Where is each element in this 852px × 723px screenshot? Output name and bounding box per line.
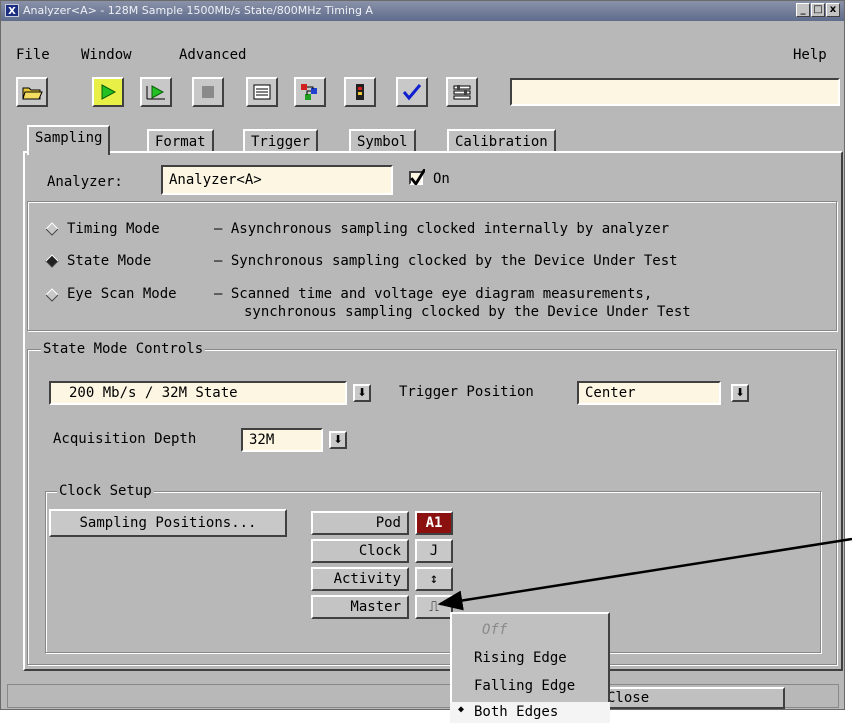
- window-title: Analyzer<A> - 128M Sample 1500Mb/s State…: [23, 4, 373, 17]
- analyzer-label: Analyzer:: [47, 174, 123, 190]
- edge-popup-menu: Off Rising Edge Falling Edge ◆ Both Edge…: [450, 612, 610, 723]
- stop-button[interactable]: [192, 77, 224, 107]
- master-value-button[interactable]: ⎍: [415, 595, 453, 619]
- open-folder-icon: [22, 87, 43, 100]
- eye-scan-mode-description-2: synchronous sampling clocked by the Devi…: [244, 304, 691, 320]
- close-button[interactable]: Close: [585, 687, 785, 709]
- master-label: Master: [311, 595, 409, 619]
- timing-mode-description: – Asynchronous sampling clocked internal…: [214, 221, 670, 237]
- waveform-icon: [301, 84, 317, 100]
- checkmark-icon: [410, 169, 425, 185]
- menu-item-off[interactable]: Off: [482, 622, 507, 638]
- list-icon: [253, 84, 271, 100]
- pod-value-button[interactable]: A1: [415, 511, 453, 535]
- stop-icon: [202, 86, 214, 98]
- state-mode-controls-title: State Mode Controls: [41, 341, 206, 357]
- clock-value-button[interactable]: J: [415, 539, 453, 563]
- acquisition-depth-label: Acquisition Depth: [53, 431, 197, 447]
- setup-button[interactable]: [446, 77, 478, 107]
- sample-rate-field[interactable]: 200 Mb/s / 32M State: [49, 381, 347, 405]
- probe-icon: [356, 84, 364, 100]
- menu-bar: File Window Advanced Help: [1, 39, 844, 67]
- timing-mode-label[interactable]: Timing Mode: [67, 221, 160, 237]
- sample-rate-dropdown-button[interactable]: ⬇: [353, 384, 371, 402]
- menu-window[interactable]: Window: [81, 47, 132, 63]
- sampling-positions-button[interactable]: Sampling Positions...: [49, 509, 287, 537]
- x-window-icon[interactable]: X: [5, 4, 19, 17]
- trigger-position-field[interactable]: Center: [577, 381, 721, 405]
- menu-item-rising-edge[interactable]: Rising Edge: [474, 650, 567, 666]
- activity-value-button[interactable]: ↕: [415, 567, 453, 591]
- clock-setup-title: Clock Setup: [57, 483, 154, 499]
- chevron-down-icon: ⬇: [357, 386, 367, 399]
- maximize-button[interactable]: □: [811, 3, 825, 17]
- menu-help[interactable]: Help: [793, 47, 827, 63]
- on-label: On: [433, 171, 450, 187]
- chevron-down-icon: ⬇: [333, 433, 343, 446]
- selected-bullet-icon: ◆: [458, 704, 465, 715]
- open-button[interactable]: [16, 77, 48, 107]
- menu-file[interactable]: File: [16, 47, 50, 63]
- close-window-button[interactable]: x: [826, 3, 840, 17]
- pod-label: Pod: [311, 511, 409, 535]
- menu-item-both-edges[interactable]: Both Edges: [474, 704, 558, 720]
- run-repetitive-icon: [146, 85, 165, 100]
- eye-scan-mode-radio[interactable]: [45, 288, 59, 302]
- setup-icon: [453, 85, 471, 100]
- eye-scan-mode-label[interactable]: Eye Scan Mode: [67, 286, 177, 302]
- activity-label: Activity: [311, 567, 409, 591]
- clock-label: Clock: [311, 539, 409, 563]
- tab-sampling[interactable]: Sampling: [27, 125, 111, 155]
- title-bar[interactable]: X Analyzer<A> - 128M Sample 1500Mb/s Sta…: [1, 1, 844, 21]
- acquisition-depth-dropdown-button[interactable]: ⬇: [329, 431, 347, 449]
- trigger-position-label: Trigger Position: [399, 384, 534, 400]
- menu-item-falling-edge[interactable]: Falling Edge: [474, 678, 575, 694]
- run-repetitive-button[interactable]: [140, 77, 172, 107]
- trigger-position-dropdown-button[interactable]: ⬇: [731, 384, 749, 402]
- run-icon: [101, 84, 117, 100]
- analyzer-name-field[interactable]: Analyzer<A>: [161, 165, 393, 195]
- waveform-button[interactable]: [294, 77, 326, 107]
- state-mode-radio[interactable]: [45, 254, 59, 268]
- listing-button[interactable]: [246, 77, 278, 107]
- timing-mode-radio[interactable]: [45, 222, 59, 236]
- menu-advanced[interactable]: Advanced: [179, 47, 246, 63]
- analyzer-window: X Analyzer<A> - 128M Sample 1500Mb/s Sta…: [0, 0, 845, 710]
- check-button[interactable]: [396, 77, 428, 107]
- checkmark-icon: [402, 84, 422, 101]
- acquisition-depth-field[interactable]: 32M: [241, 428, 323, 452]
- probe-button[interactable]: [344, 77, 376, 107]
- minimize-button[interactable]: _: [796, 3, 810, 17]
- run-button[interactable]: [92, 77, 124, 107]
- chevron-down-icon: ⬇: [735, 386, 745, 399]
- state-mode-description: – Synchronous sampling clocked by the De…: [214, 253, 678, 269]
- state-mode-label[interactable]: State Mode: [67, 253, 151, 269]
- status-text-field[interactable]: [510, 78, 840, 106]
- eye-scan-mode-description: – Scanned time and voltage eye diagram m…: [214, 286, 653, 302]
- on-checkbox[interactable]: [409, 169, 425, 185]
